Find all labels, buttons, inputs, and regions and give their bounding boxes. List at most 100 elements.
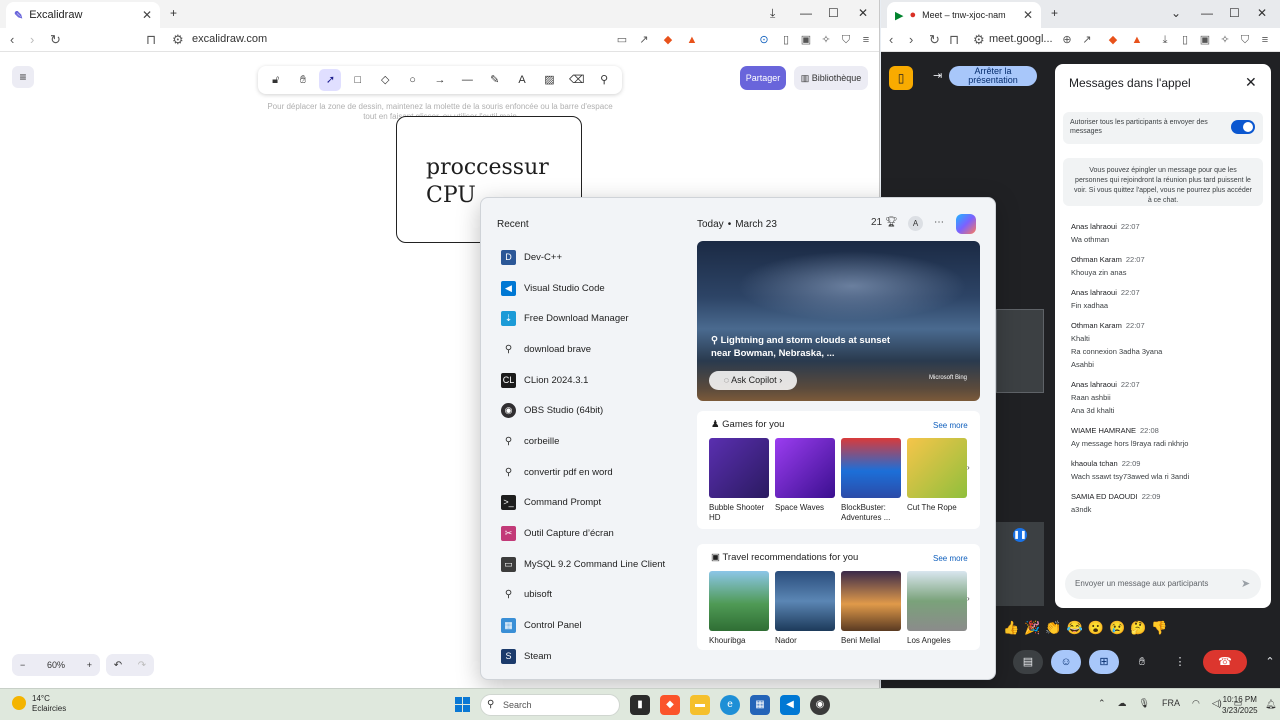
reaction-laugh[interactable]: 😂 (1067, 620, 1083, 636)
chevron-right-icon[interactable]: › (967, 463, 970, 472)
brave-icon[interactable]: ◆ (660, 695, 680, 715)
downloads-icon[interactable]: ⊙ (756, 32, 772, 48)
recent-item[interactable]: ◉ OBS Studio (64bit) (501, 395, 681, 426)
menu-icon[interactable]: ≡ (858, 32, 874, 48)
hand-icon[interactable]: ✋︎ (292, 69, 314, 91)
recent-item[interactable]: >_ Command Prompt (501, 488, 681, 519)
pencil-icon[interactable]: ✎ (484, 69, 506, 91)
forward-icon[interactable]: › (909, 32, 913, 47)
maximize-icon[interactable]: ☐ (828, 6, 839, 20)
travel-tile-khouribga[interactable] (709, 571, 769, 631)
copilot-icon[interactable] (956, 214, 976, 234)
lock-icon[interactable]: 🔓︎ (265, 69, 287, 91)
travel-see-more-link[interactable]: See more (933, 554, 968, 563)
file-explorer-icon[interactable]: ▬ (690, 695, 710, 715)
windows-start-icon[interactable] (455, 697, 470, 712)
recent-item[interactable]: ⚲ convertir pdf en word (501, 457, 681, 488)
menu-icon[interactable]: ≡ (1257, 32, 1273, 48)
vpn-icon[interactable]: ⛉ (1237, 32, 1253, 48)
rectangle-icon[interactable]: □ (347, 69, 369, 91)
emoji-reactions-button[interactable]: ☺ (1051, 650, 1081, 674)
brave-rewards-icon[interactable]: ▲ (1129, 32, 1145, 48)
leo-icon[interactable]: ✧ (1217, 32, 1233, 48)
wallet-icon[interactable]: ▣ (1197, 32, 1213, 48)
leo-icon[interactable]: ✧ (818, 32, 834, 48)
more-icon[interactable]: ⋯ (934, 217, 944, 228)
reaction-sad[interactable]: 😢 (1109, 620, 1125, 636)
brave-rewards-icon[interactable]: ▲ (684, 32, 700, 48)
travel-tile-los-angeles[interactable] (907, 571, 967, 631)
recent-item[interactable]: ⇣ Free Download Manager (501, 303, 681, 334)
undo-icon[interactable]: ↶ (114, 660, 122, 671)
reaction-thinking[interactable]: 🤔 (1130, 620, 1146, 636)
rewards-count[interactable]: 21 (871, 217, 882, 228)
brave-shields-icon[interactable]: ◆ (660, 32, 676, 48)
sidebar-icon[interactable]: ▯ (1177, 32, 1193, 48)
tab-meet[interactable]: ▶ ● Meet – tnw-xjoc-nam ✕ (887, 2, 1041, 28)
avatar[interactable]: A (908, 216, 923, 231)
forward-icon[interactable]: › (30, 32, 34, 47)
line-icon[interactable]: — (456, 69, 478, 91)
reload-icon[interactable]: ↻ (50, 32, 61, 48)
extra-tools-icon[interactable]: ⚲ (593, 69, 615, 91)
arrow-icon[interactable]: → (429, 69, 451, 91)
reaction-thumbs-down[interactable]: 👎 (1151, 620, 1167, 636)
close-tab-icon[interactable]: ✕ (142, 8, 152, 22)
recent-item[interactable]: ✂ Outil Capture d’écran (501, 518, 681, 549)
url-text[interactable]: meet.googl... (989, 33, 1053, 45)
back-icon[interactable]: ‹ (10, 32, 14, 47)
travel-tile-beni-mellal[interactable] (841, 571, 901, 631)
game-tile-bubble-shooter[interactable] (709, 438, 769, 498)
recent-item[interactable]: ⚲ download brave (501, 334, 681, 365)
meet-activities-button[interactable]: ▯ (889, 66, 913, 90)
chevron-up-icon[interactable]: ⌃ (1098, 698, 1106, 709)
recent-item[interactable]: CL CLion 2024.3.1 (501, 365, 681, 396)
cloud-icon[interactable]: ☁ (1118, 698, 1127, 709)
redo-icon[interactable]: ↷ (138, 660, 146, 671)
send-icon[interactable]: ➤ (1241, 577, 1250, 590)
language-indicator[interactable]: FRA (1162, 698, 1180, 709)
reaction-surprised[interactable]: 😮 (1088, 620, 1104, 636)
clock[interactable]: 10:16 PM 3/23/2025 (1222, 694, 1258, 716)
bookmark-icon[interactable]: ⊓ (146, 32, 156, 48)
expand-icon[interactable]: ⌃ (1255, 650, 1280, 674)
vpn-icon[interactable]: ⛉ (838, 32, 854, 48)
hero-image-card[interactable]: ⚲ Lightning and storm clouds at sunset n… (697, 241, 980, 401)
share-icon[interactable]: ↗ (636, 32, 652, 48)
site-info-icon[interactable]: ⚙ (973, 32, 985, 48)
close-tab-icon[interactable]: ✕ (1023, 8, 1033, 22)
tab-excalidraw[interactable]: ✎ Excalidraw ✕ (6, 2, 160, 28)
task-view-icon[interactable]: ▮ (630, 695, 650, 715)
taskbar-search[interactable]: ⚲ Search (480, 694, 620, 716)
new-tab-icon[interactable]: + (1051, 6, 1058, 20)
travel-tile-nador[interactable] (775, 571, 835, 631)
close-window-icon[interactable]: ✕ (1257, 6, 1267, 20)
url-text[interactable]: excalidraw.com (192, 33, 267, 45)
main-menu-button[interactable]: ≡ (12, 66, 34, 88)
downloads-icon[interactable]: ⤓ (1157, 32, 1173, 48)
weather-widget[interactable]: 14°C Eclaircies (12, 694, 66, 714)
volume-icon[interactable]: ◁) (1212, 698, 1222, 709)
download-icon[interactable]: ⤓ (770, 6, 775, 21)
recent-item[interactable]: S Steam (501, 641, 681, 672)
notification-icon[interactable]: 🔔︎ (1265, 699, 1276, 710)
wallet-icon[interactable]: ▣ (798, 32, 814, 48)
brave-shields-icon[interactable]: ◆ (1105, 32, 1121, 48)
more-options-button[interactable]: ⋮ (1165, 650, 1195, 674)
ask-copilot-button[interactable]: ◌ Ask Copilot › (709, 371, 797, 390)
selection-icon[interactable]: ➚ (319, 69, 342, 91)
site-info-icon[interactable]: ⚙ (172, 32, 184, 48)
chevron-right-icon[interactable]: › (967, 594, 970, 603)
zoom-in-icon[interactable]: + (87, 660, 92, 670)
reaction-thumbs-up[interactable]: 👍 (1003, 620, 1019, 636)
cast-icon[interactable]: ▭ (614, 32, 630, 48)
leave-call-button[interactable]: ☎ (1203, 650, 1247, 674)
zoom-icon[interactable]: ⊕ (1059, 32, 1075, 48)
game-tile-cut-the-rope[interactable] (907, 438, 967, 498)
obs-icon[interactable]: ◉ (810, 695, 830, 715)
maximize-icon[interactable]: ☐ (1229, 6, 1240, 20)
share-icon[interactable]: ↗ (1079, 32, 1095, 48)
reaction-party[interactable]: 🎉 (1024, 620, 1040, 636)
games-see-more-link[interactable]: See more (933, 421, 968, 430)
diamond-icon[interactable]: ◇ (374, 69, 396, 91)
